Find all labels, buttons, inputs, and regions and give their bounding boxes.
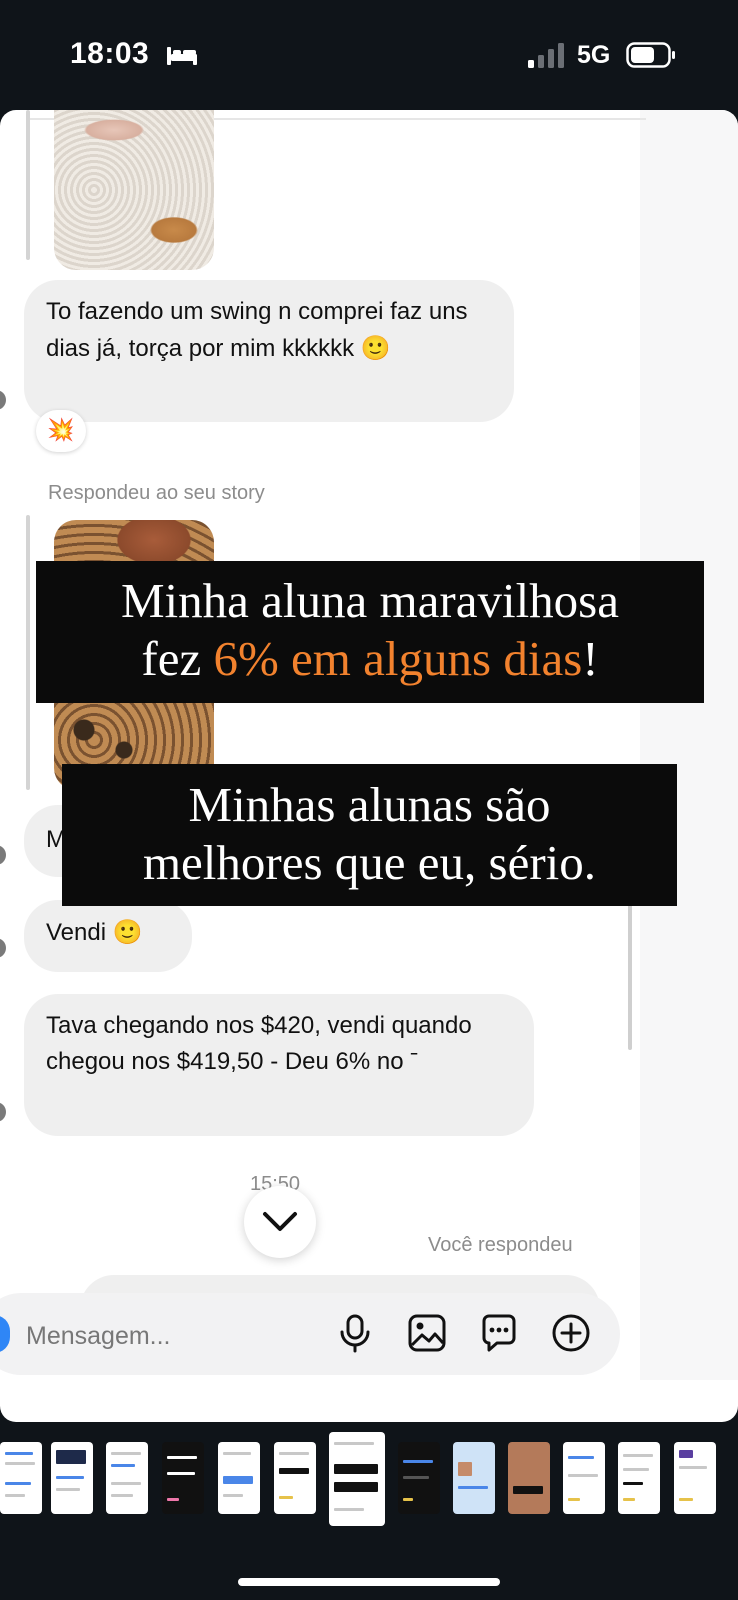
story-thumbnail-selected[interactable] [329, 1432, 385, 1526]
caption-line: Minhas alunas são [188, 777, 551, 832]
story-thumbnail[interactable] [398, 1442, 440, 1514]
shared-photo[interactable] [54, 110, 214, 270]
caption-text: ! [582, 631, 599, 686]
chevron-down-icon [263, 1212, 297, 1231]
message-text: To fazendo um swing n comprei faz uns di… [46, 298, 468, 362]
home-indicator[interactable] [238, 1578, 500, 1586]
caption-line: Minha aluna maravilhosa [120, 573, 619, 628]
sticker-icon[interactable] [479, 1313, 519, 1353]
story-thumbnail[interactable] [106, 1442, 148, 1514]
chat-screenshot: To fazendo um swing n comprei faz uns di… [0, 110, 738, 1422]
caption-highlight: 6% em alguns dias [213, 631, 583, 686]
smile-emoji: 🙂 [112, 918, 143, 946]
reply-indicator [26, 110, 30, 260]
avatar [0, 845, 6, 865]
signal-icon [528, 43, 564, 68]
story-thumbnail[interactable] [508, 1442, 550, 1514]
scroll-down-button[interactable] [244, 1186, 316, 1258]
story-thumbnail[interactable] [563, 1442, 605, 1514]
reply-indicator [26, 515, 30, 790]
status-time: 18:03 [70, 37, 150, 70]
message-text: Vendi [46, 919, 107, 946]
message-bubble: Vendi 🙂 [24, 900, 192, 972]
message-input[interactable] [26, 1316, 316, 1356]
avatar [0, 390, 6, 410]
avatar [0, 1102, 6, 1122]
story-thumbnail[interactable] [0, 1442, 42, 1514]
message-bubble: To fazendo um swing n comprei faz uns di… [24, 280, 514, 422]
story-thumbnail[interactable] [51, 1442, 93, 1514]
message-bubble: Tava chegando nos $420, vendi quando che… [24, 994, 534, 1136]
bed-icon [167, 47, 197, 65]
story-thumbnail[interactable] [274, 1442, 316, 1514]
reaction-badge[interactable]: 💥 [36, 410, 86, 452]
message-text: Tava chegando nos $420, vendi quando che… [46, 1012, 472, 1075]
network-label: 5G [577, 41, 611, 69]
story-thumbnail[interactable] [674, 1442, 716, 1514]
story-thumbnail[interactable] [218, 1442, 260, 1514]
story-thumbnail[interactable] [453, 1442, 495, 1514]
right-panel [640, 110, 738, 1380]
story-reply-label: Respondeu ao seu story [48, 482, 265, 504]
status-bar: 18:03 5G [0, 0, 738, 110]
you-replied-label: Você respondeu [428, 1234, 573, 1256]
microphone-icon[interactable] [335, 1313, 375, 1353]
story-thumbnail-strip [0, 1430, 738, 1526]
caption-line: fez 6% em alguns dias! [36, 630, 704, 688]
image-icon[interactable] [407, 1313, 447, 1353]
caption-overlay: Minhas alunas são melhores que eu, sério… [62, 764, 677, 906]
caption-overlay: Minha aluna maravilhosa fez 6% em alguns… [36, 561, 704, 703]
caption-line: melhores que eu, sério. [142, 835, 597, 890]
avatar [0, 938, 6, 958]
smile-emoji: 🙂 [360, 334, 391, 362]
plus-icon[interactable] [551, 1313, 591, 1353]
story-thumbnail[interactable] [162, 1442, 204, 1514]
battery-icon [626, 42, 675, 68]
caption-text: fez [141, 631, 214, 686]
story-thumbnail[interactable] [618, 1442, 660, 1514]
scrollbar[interactable] [628, 890, 632, 1050]
